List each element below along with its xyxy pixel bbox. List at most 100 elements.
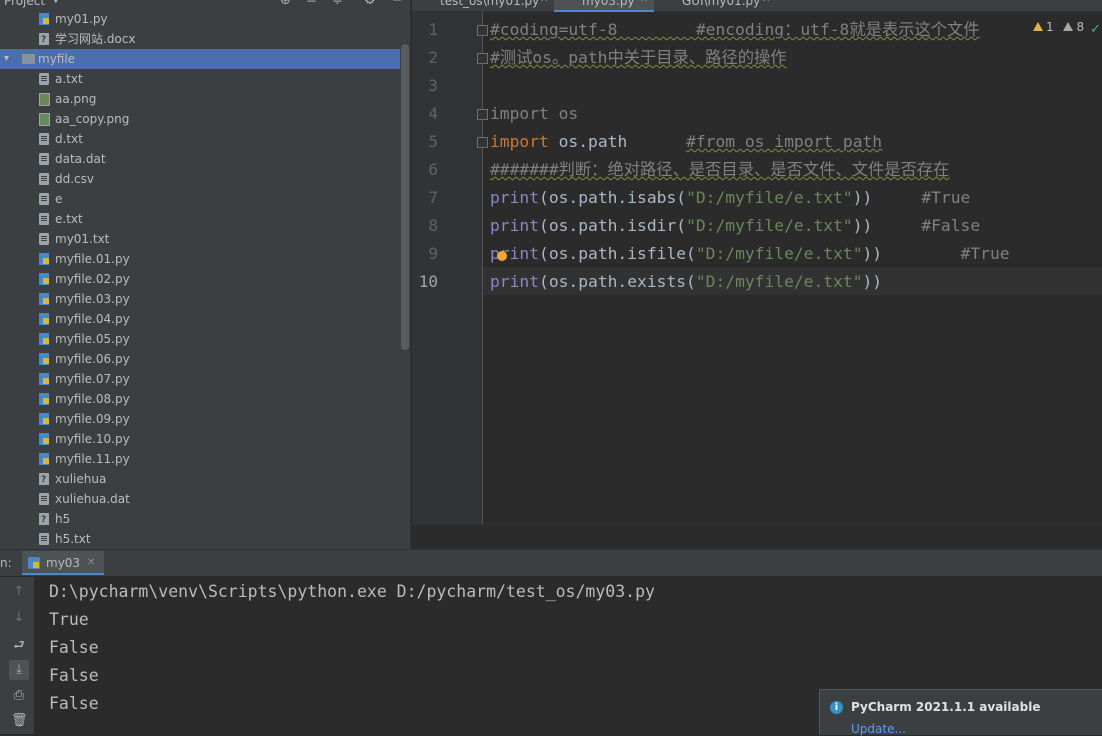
tree-file[interactable]: myfile.02.py [0, 269, 400, 289]
chevron-down-icon[interactable]: ▾ [4, 49, 9, 69]
trash-icon[interactable]: 🗑 [11, 713, 28, 728]
tree-item-label: d.txt [55, 132, 83, 146]
scroll-to-end-icon[interactable]: ⤓ [11, 662, 27, 677]
tab-label: GUI\my01.py [682, 0, 761, 8]
tree-file[interactable]: myfile.01.py [0, 249, 400, 269]
tab-label: test_os\my01.py [440, 0, 540, 8]
tree-file[interactable]: myfile.07.py [0, 369, 400, 389]
tree-file[interactable]: data.dat [0, 149, 400, 169]
tree-file[interactable]: myfile.09.py [0, 409, 400, 429]
tree-file[interactable]: aa_copy.png [0, 109, 400, 129]
tab-my03[interactable]: my03.py ✕ [554, 0, 654, 12]
fold-marker-icon[interactable] [477, 53, 488, 64]
run-label: n: [0, 556, 12, 570]
image-file-icon [39, 113, 50, 126]
line-number[interactable]: 6 [412, 160, 438, 179]
tree-file[interactable]: myfile.06.py [0, 349, 400, 369]
line-number[interactable]: 7 [412, 188, 438, 207]
up-arrow-icon[interactable]: ↑ [11, 584, 27, 599]
line-number[interactable]: 10 [412, 272, 438, 291]
code-line[interactable]: import os.path #from os import path [490, 128, 882, 156]
code-token: (os.path.exists( [539, 272, 696, 291]
tree-file[interactable]: xuliehua.dat [0, 489, 400, 509]
tree-file[interactable]: myfile.03.py [0, 289, 400, 309]
line-number[interactable]: 9 [412, 244, 438, 263]
tree-file[interactable]: xuliehua [0, 469, 400, 490]
python-file-icon [39, 373, 49, 385]
code-token: #coding=utf-8 #encoding：utf-8就是表示这个文件 [490, 20, 980, 39]
editor-bottom-strip [412, 524, 1102, 550]
tree-file[interactable]: myfile.11.py [0, 449, 400, 469]
print-icon[interactable]: ⎙ [11, 688, 27, 703]
fold-marker-icon[interactable] [477, 137, 488, 148]
close-icon[interactable]: ✕ [762, 0, 770, 5]
code-line[interactable]: #coding=utf-8 #encoding：utf-8就是表示这个文件 [490, 16, 980, 44]
fold-marker-icon[interactable] [477, 109, 488, 120]
tab-gui-my01[interactable]: GUI\my01.py ✕ [656, 0, 776, 11]
warning-icon [1033, 22, 1043, 31]
collapse-all-icon[interactable]: ≚ [306, 0, 317, 8]
chevron-down-icon[interactable]: ▼ [52, 0, 60, 5]
weak-warning-count: 8 [1076, 20, 1085, 34]
tree-file[interactable]: myfile.10.py [0, 429, 400, 449]
line-number[interactable]: 1 [412, 20, 438, 39]
line-number[interactable]: 8 [412, 216, 438, 235]
line-number[interactable]: 3 [412, 76, 438, 95]
tree-file[interactable]: h5.txt [0, 529, 400, 549]
tree-item-label: my01.txt [55, 232, 110, 246]
code-line[interactable]: print(os.path.isabs("D:/myfile/e.txt")) … [490, 184, 970, 212]
tree-file[interactable]: 学习网站.docx [0, 29, 400, 50]
close-icon[interactable]: ✕ [640, 0, 648, 5]
python-file-icon [28, 557, 40, 569]
tree-item-label: myfile.08.py [55, 392, 130, 406]
code-token: #True [921, 188, 971, 207]
soft-wrap-icon[interactable]: ⮐ [11, 636, 27, 658]
project-panel-title[interactable]: Project [4, 0, 45, 8]
tree-file[interactable]: aa.png [0, 89, 400, 109]
tree-file[interactable]: dd.csv [0, 169, 400, 189]
code-token: )) [862, 272, 883, 291]
code-token: (os.path.isfile( [539, 244, 696, 263]
code-line[interactable]: #测试os。path中关于目录、路径的操作 [490, 44, 787, 72]
folder-icon [22, 54, 35, 64]
code-line[interactable]: print(os.path.isfile("D:/myfile/e.txt"))… [490, 240, 1010, 268]
console-line: False [49, 638, 99, 657]
tree-item-label: xuliehua [55, 472, 107, 486]
minimize-icon[interactable]: − [392, 0, 403, 8]
code-token: os.path [548, 132, 687, 151]
line-number[interactable]: 4 [412, 104, 438, 123]
tree-file[interactable]: e [0, 189, 400, 209]
panel-divider[interactable] [410, 0, 411, 549]
fold-marker-icon[interactable] [477, 25, 488, 36]
tree-file[interactable]: e.txt [0, 209, 400, 229]
code-line[interactable]: import os [490, 100, 578, 128]
line-number[interactable]: 5 [412, 132, 438, 151]
down-arrow-icon[interactable]: ↓ [11, 610, 27, 625]
tree-file[interactable]: my01.py [0, 9, 400, 29]
code-line[interactable]: #######判断：绝对路径、是否目录、是否文件、文件是否存在 [490, 156, 949, 184]
console-line: False [49, 694, 99, 713]
tab-test-os-my01[interactable]: test_os\my01.py ✕ [412, 0, 552, 11]
tree-file[interactable]: myfile.04.py [0, 309, 400, 329]
tree-folder-myfile[interactable]: ▾ myfile [0, 49, 400, 69]
gear-icon[interactable]: ⚙ [364, 0, 376, 8]
code-line[interactable]: print(os.path.isdir("D:/myfile/e.txt")) … [490, 212, 980, 240]
code-token: "D:/myfile/e.txt" [695, 272, 863, 291]
tree-file[interactable]: my01.txt [0, 229, 400, 249]
inspection-widget[interactable]: 1 8 [1033, 20, 1084, 34]
add-icon[interactable]: ⊕ [280, 0, 291, 8]
code-line[interactable]: print(os.path.exists("D:/myfile/e.txt")) [490, 268, 882, 296]
expand-icon[interactable]: ≑ [332, 0, 343, 8]
project-scrollbar[interactable] [401, 44, 409, 350]
tree-file[interactable]: myfile.08.py [0, 389, 400, 409]
line-number[interactable]: 2 [412, 48, 438, 67]
tree-file[interactable]: d.txt [0, 129, 400, 149]
close-icon[interactable]: ✕ [540, 0, 548, 5]
console-line: False [49, 666, 99, 685]
check-icon[interactable]: ✓ [1090, 22, 1101, 37]
tree-file[interactable]: myfile.05.py [0, 329, 400, 349]
lightbulb-icon[interactable] [497, 251, 507, 261]
close-icon[interactable]: ✕ [87, 557, 95, 568]
tree-file[interactable]: a.txt [0, 69, 400, 89]
tree-file[interactable]: h5 [0, 509, 400, 530]
